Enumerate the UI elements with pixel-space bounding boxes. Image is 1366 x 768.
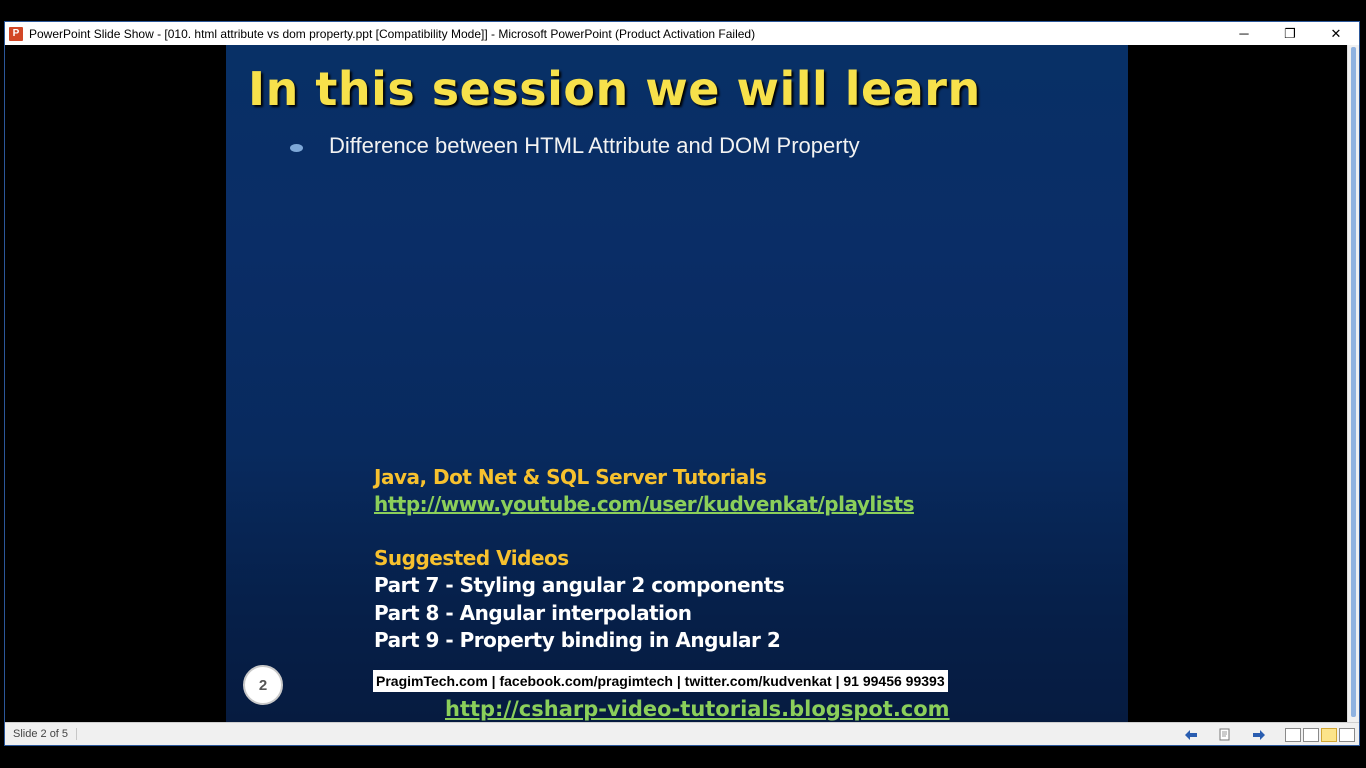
vertical-scrollbar[interactable] [1347, 45, 1359, 722]
slide-show-icon[interactable] [1339, 727, 1355, 742]
window-controls: ─ ❐ ✕ [1221, 22, 1359, 45]
slide[interactable]: In this session we will learn Difference… [226, 45, 1128, 722]
slide-show-area[interactable]: In this session we will learn Difference… [5, 45, 1349, 722]
suggested-videos-heading: Suggested Videos [374, 546, 569, 570]
slide-number-badge: 2 [243, 665, 283, 705]
status-bar: Slide 2 of 5 [5, 722, 1359, 745]
bullet-icon [290, 144, 303, 152]
video-item-part-7: Part 7 - Styling angular 2 components [374, 573, 785, 597]
bullet-item: Difference between HTML Attribute and DO… [290, 133, 860, 159]
screen: P PowerPoint Slide Show - [010. html att… [0, 0, 1366, 768]
video-item-part-8: Part 8 - Angular interpolation [374, 601, 692, 625]
restore-button[interactable]: ❐ [1267, 22, 1313, 45]
status-controls [1181, 723, 1355, 746]
blog-link[interactable]: http://csharp-video-tutorials.blogspot.c… [445, 697, 950, 721]
previous-arrow-icon[interactable] [1183, 728, 1199, 742]
close-button[interactable]: ✕ [1313, 22, 1359, 45]
normal-view-icon[interactable] [1285, 727, 1301, 742]
bullet-text: Difference between HTML Attribute and DO… [329, 133, 860, 158]
playlist-link[interactable]: http://www.youtube.com/user/kudvenkat/pl… [374, 492, 914, 516]
slide-title: In this session we will learn [248, 62, 981, 116]
minimize-button[interactable]: ─ [1221, 22, 1267, 45]
notes-icon[interactable] [1217, 728, 1233, 742]
contact-bar: PragimTech.com | facebook.com/pragimtech… [373, 670, 948, 692]
window-title: PowerPoint Slide Show - [010. html attri… [29, 26, 756, 41]
powerpoint-app-icon[interactable]: P [9, 26, 23, 41]
powerpoint-window: P PowerPoint Slide Show - [010. html att… [4, 21, 1360, 746]
reading-view-icon[interactable] [1321, 727, 1337, 742]
slide-counter: Slide 2 of 5 [13, 728, 78, 740]
title-bar[interactable]: P PowerPoint Slide Show - [010. html att… [5, 22, 1359, 45]
tutorials-heading: Java, Dot Net & SQL Server Tutorials [374, 465, 767, 489]
slide-sorter-icon[interactable] [1303, 727, 1319, 742]
next-arrow-icon[interactable] [1251, 728, 1267, 742]
scrollbar-thumb[interactable] [1351, 47, 1356, 717]
video-item-part-9: Part 9 - Property binding in Angular 2 [374, 628, 781, 652]
